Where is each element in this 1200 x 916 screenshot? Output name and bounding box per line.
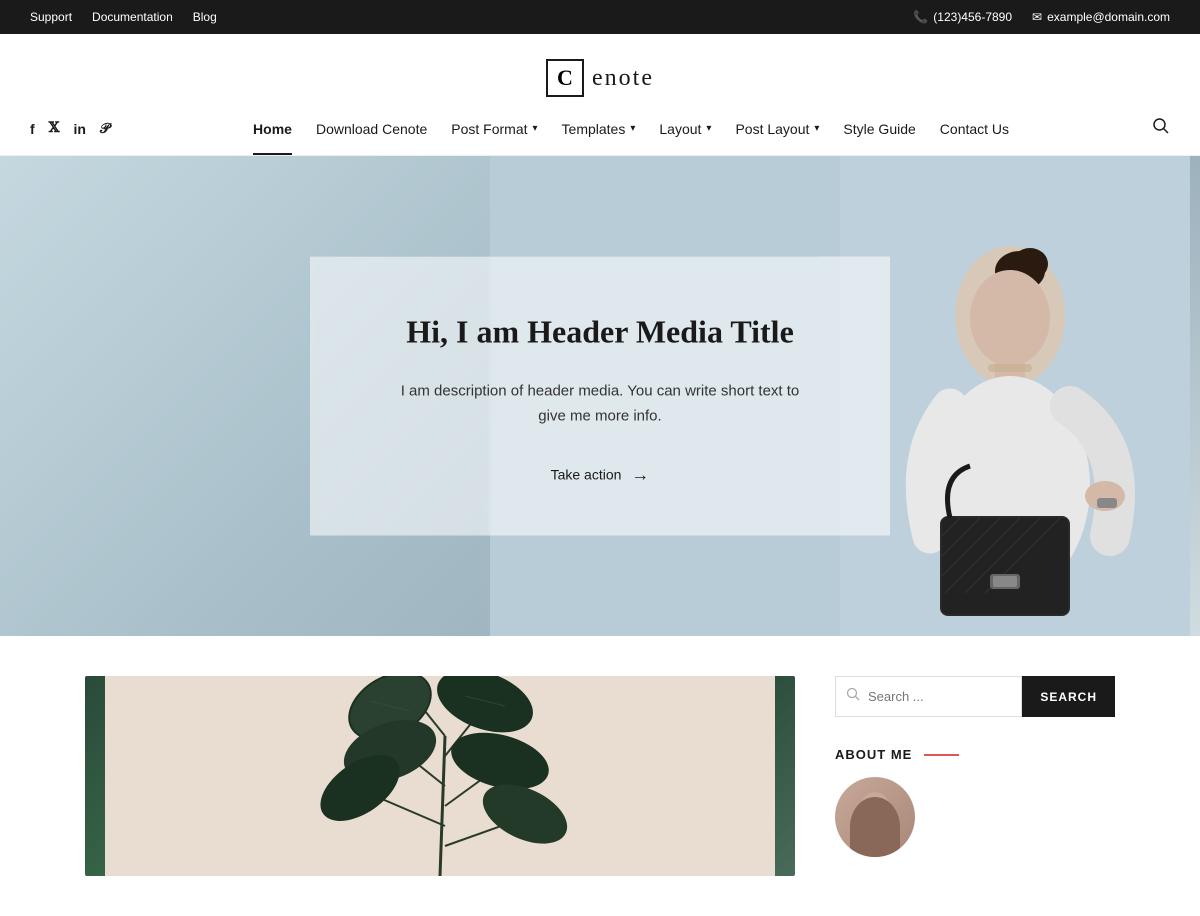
main-nav: Home Download Cenote Post Format Templat…	[253, 121, 1009, 137]
main-content	[85, 676, 795, 876]
phone-icon: 📞	[913, 10, 928, 24]
navigation: f 𝕏 in 𝒫 Home Download Cenote Post Forma…	[0, 117, 1200, 156]
logo-letter: C	[546, 59, 584, 97]
logo-name: enote	[592, 65, 654, 92]
avatar	[835, 777, 915, 857]
hero-arrow-icon: →	[631, 464, 649, 485]
avatar-body	[850, 797, 900, 857]
search-input-wrapper	[835, 676, 1022, 717]
email-address: example@domain.com	[1047, 10, 1170, 24]
logo[interactable]: C enote	[546, 59, 654, 97]
top-bar: Support Documentation Blog 📞 (123)456-78…	[0, 0, 1200, 34]
nav-layout[interactable]: Layout	[659, 121, 711, 137]
nav-style-guide[interactable]: Style Guide	[843, 121, 915, 137]
facebook-icon[interactable]: f	[30, 121, 35, 137]
topbar-blog-link[interactable]: Blog	[193, 10, 217, 24]
search-input-icon	[846, 687, 860, 706]
hero-cta-label: Take action	[551, 467, 622, 483]
social-icons: f 𝕏 in 𝒫	[30, 120, 110, 137]
phone-info: 📞 (123)456-7890	[913, 10, 1012, 24]
about-me-header: ABOUT ME	[835, 747, 1115, 762]
email-icon: ✉	[1032, 10, 1042, 24]
search-toggle-button[interactable]	[1152, 117, 1170, 140]
nav-post-layout[interactable]: Post Layout	[735, 121, 819, 137]
about-me-divider	[924, 754, 959, 756]
linkedin-icon[interactable]: in	[74, 121, 86, 137]
topbar-documentation-link[interactable]: Documentation	[92, 10, 173, 24]
about-me-title: ABOUT ME	[835, 747, 912, 762]
hero-section: Hi, I am Header Media Title I am descrip…	[0, 156, 1200, 636]
content-area: SEARCH ABOUT ME	[0, 636, 1200, 916]
phone-number: (123)456-7890	[933, 10, 1012, 24]
nav-home[interactable]: Home	[253, 121, 292, 137]
nav-templates[interactable]: Templates	[562, 121, 636, 137]
hero-description: I am description of header media. You ca…	[390, 378, 810, 429]
nav-contact[interactable]: Contact Us	[940, 121, 1009, 137]
pinterest-icon[interactable]: 𝒫	[100, 120, 110, 137]
search-input[interactable]	[868, 677, 1011, 716]
nav-post-format[interactable]: Post Format	[451, 121, 537, 137]
blog-featured-image	[85, 676, 795, 876]
search-widget: SEARCH	[835, 676, 1115, 717]
about-me-section: ABOUT ME	[835, 747, 1115, 857]
sidebar: SEARCH ABOUT ME	[835, 676, 1115, 857]
twitter-icon[interactable]: 𝕏	[49, 120, 60, 137]
topbar-support-link[interactable]: Support	[30, 10, 72, 24]
hero-title: Hi, I am Header Media Title	[390, 312, 810, 354]
top-bar-nav: Support Documentation Blog	[30, 10, 217, 24]
email-info: ✉ example@domain.com	[1032, 10, 1170, 24]
nav-download[interactable]: Download Cenote	[316, 121, 427, 137]
hero-cta-button[interactable]: Take action →	[390, 464, 810, 485]
search-button[interactable]: SEARCH	[1022, 676, 1115, 717]
top-bar-contact: 📞 (123)456-7890 ✉ example@domain.com	[913, 10, 1170, 24]
logo-area: C enote	[0, 34, 1200, 117]
hero-overlay: Hi, I am Header Media Title I am descrip…	[310, 257, 890, 536]
